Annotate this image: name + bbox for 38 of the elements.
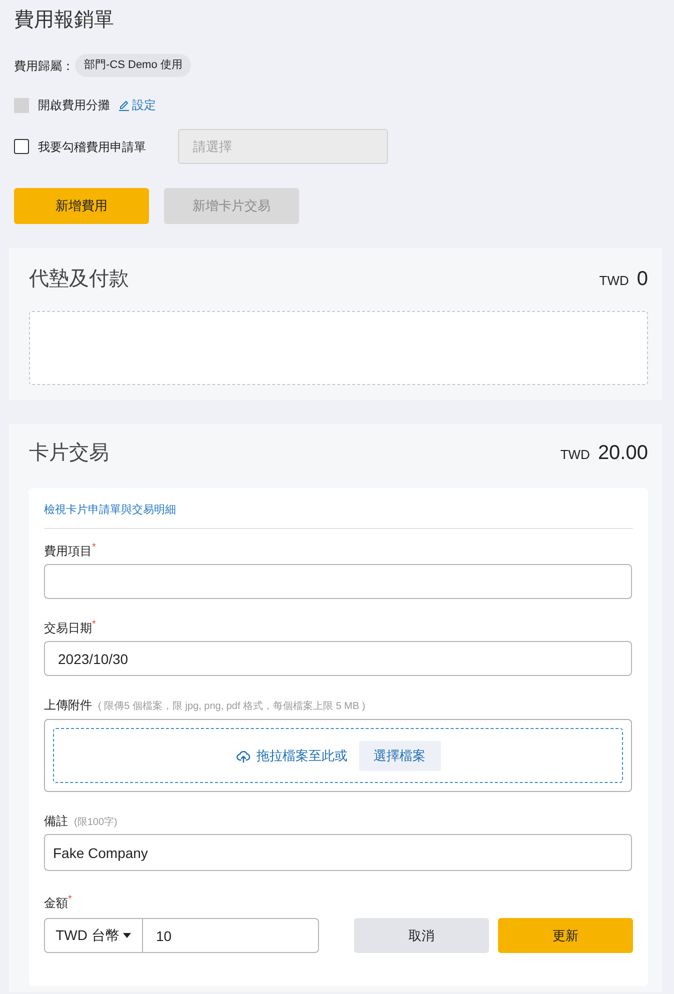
choose-file-button[interactable]: 選擇檔案	[358, 740, 440, 770]
cancel-button[interactable]: 取消	[354, 918, 489, 953]
field-label: 交易日期	[44, 620, 92, 636]
field-label: 金額	[44, 895, 68, 911]
requisition-checkbox[interactable]	[14, 139, 29, 154]
required-mark: *	[68, 895, 72, 905]
page-title: 費用報銷單	[14, 8, 115, 33]
option-label: 開啟費用分攤	[38, 97, 110, 114]
field-label: 上傳附件	[44, 697, 92, 713]
required-mark: *	[92, 543, 96, 553]
department-chip: 部門-CS Demo 使用	[75, 54, 192, 77]
field-label: 費用項目	[44, 543, 92, 559]
currency-code: TWD	[599, 272, 629, 290]
upload-field[interactable]: 拖拉檔案至此或 選擇檔案	[44, 719, 632, 792]
drop-zone[interactable]: 拖拉檔案至此或 選擇檔案	[53, 728, 623, 783]
section-title: 代墊及付款	[29, 267, 129, 292]
option-label: 我要勾稽費用申請單	[38, 138, 146, 156]
text-input[interactable]	[44, 564, 632, 599]
drop-prompt: 拖拉檔案至此或	[256, 746, 348, 765]
caret-icon	[123, 933, 132, 938]
section-total: 20.00	[598, 441, 648, 466]
amount-input[interactable]: 10	[143, 918, 319, 953]
field-hint: ( 限傳5 個檔案，限 jpg, png, pdf 格式，每個檔案上限 5 MB )	[98, 700, 366, 714]
field-hint: (限100字)	[74, 816, 118, 830]
pencil-icon	[118, 99, 130, 111]
currency-select[interactable]: TWD 台幣	[44, 918, 143, 953]
field-label: 備註	[44, 813, 68, 829]
add-expense-button[interactable]: 新增費用	[14, 188, 149, 224]
owner-label: 費用歸屬：	[14, 58, 74, 74]
currency-code: TWD	[560, 446, 590, 464]
required-mark: *	[92, 620, 96, 630]
text-input[interactable]: 2023/10/30	[44, 641, 632, 676]
update-button[interactable]: 更新	[498, 918, 633, 953]
section-title: 卡片交易	[29, 441, 109, 466]
section-total: 0	[636, 267, 648, 292]
text-input[interactable]: Fake Company	[44, 834, 632, 871]
upload-cloud-icon	[236, 749, 250, 764]
view-details-link[interactable]: 檢視卡片申請單與交易明細	[44, 502, 176, 518]
